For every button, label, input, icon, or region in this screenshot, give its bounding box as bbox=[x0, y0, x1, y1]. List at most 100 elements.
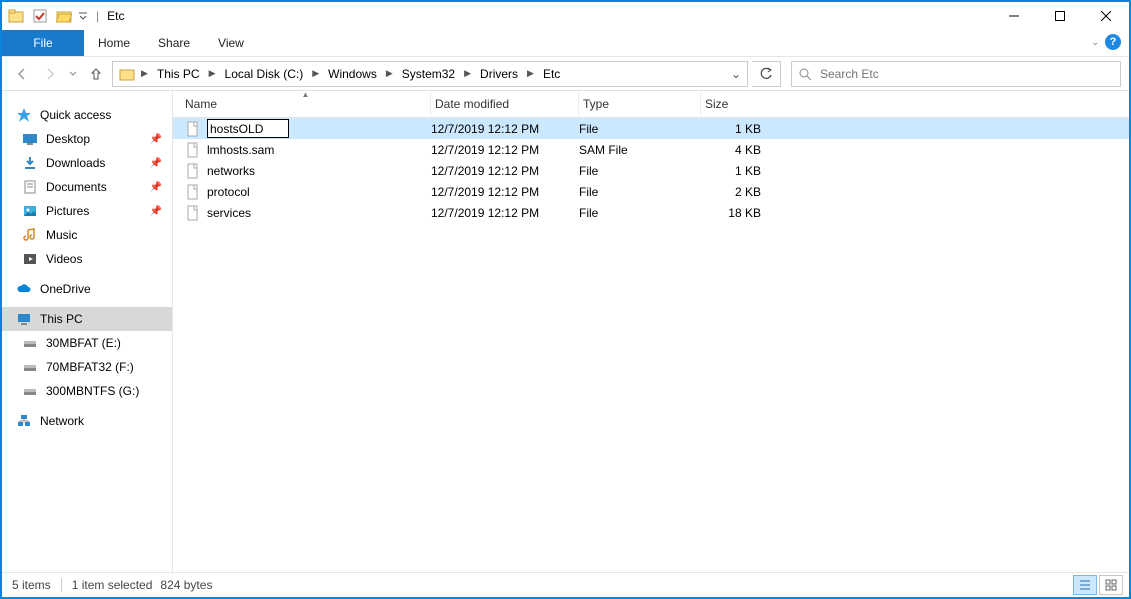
drive-icon bbox=[22, 359, 38, 375]
nav-videos[interactable]: Videos bbox=[2, 247, 172, 271]
chevron-right-icon[interactable]: ▶ bbox=[308, 68, 323, 79]
col-name[interactable]: Name▲ bbox=[173, 91, 431, 117]
details-view-button[interactable] bbox=[1073, 575, 1097, 595]
address-dropdown-icon[interactable]: ⌄ bbox=[727, 67, 745, 81]
close-button[interactable] bbox=[1083, 2, 1129, 30]
navigation-pane[interactable]: Quick access Desktop📌 Downloads📌 Documen… bbox=[2, 91, 173, 572]
status-count: 5 items bbox=[12, 578, 51, 592]
chevron-right-icon[interactable]: ▶ bbox=[137, 68, 152, 79]
file-name: protocol bbox=[207, 185, 250, 199]
pc-icon bbox=[16, 311, 32, 327]
nav-label: Desktop bbox=[46, 132, 90, 146]
maximize-button[interactable] bbox=[1037, 2, 1083, 30]
nav-onedrive[interactable]: OneDrive bbox=[2, 277, 172, 301]
network-icon bbox=[16, 413, 32, 429]
search-box[interactable] bbox=[791, 61, 1121, 87]
up-button[interactable] bbox=[84, 62, 108, 86]
status-size: 824 bytes bbox=[160, 578, 212, 592]
folder-open-icon[interactable] bbox=[52, 4, 76, 28]
status-selected: 1 item selected bbox=[72, 578, 153, 592]
nav-label: Quick access bbox=[40, 108, 111, 122]
file-type: File bbox=[579, 122, 701, 136]
chevron-right-icon[interactable]: ▶ bbox=[205, 68, 220, 79]
file-row[interactable]: protocol12/7/2019 12:12 PMFile2 KB bbox=[173, 181, 1129, 202]
nav-label: OneDrive bbox=[40, 282, 91, 296]
nav-label: Music bbox=[46, 228, 77, 242]
cloud-icon bbox=[16, 281, 32, 297]
bc-system32[interactable]: System32 bbox=[397, 63, 460, 85]
file-icon bbox=[185, 163, 201, 179]
chevron-right-icon[interactable]: ▶ bbox=[460, 68, 475, 79]
nav-drive-g[interactable]: 300MBNTFS (G:) bbox=[2, 379, 172, 403]
file-name: services bbox=[207, 206, 251, 220]
nav-music[interactable]: Music bbox=[2, 223, 172, 247]
bc-drivers[interactable]: Drivers bbox=[475, 63, 523, 85]
pin-icon: 📌 bbox=[150, 182, 162, 193]
file-type: SAM File bbox=[579, 143, 701, 157]
file-name: lmhosts.sam bbox=[207, 143, 274, 157]
file-list-pane: Name▲ Date modified Type Size hostsOLD 12… bbox=[173, 91, 1129, 572]
address-bar-row: ▶ This PC▶ Local Disk (C:)▶ Windows▶ Sys… bbox=[2, 57, 1129, 91]
nav-drive-f[interactable]: 70MBFAT32 (F:) bbox=[2, 355, 172, 379]
file-row[interactable]: services12/7/2019 12:12 PMFile18 KB bbox=[173, 202, 1129, 223]
file-icon bbox=[185, 184, 201, 200]
bc-local-disk[interactable]: Local Disk (C:) bbox=[220, 63, 309, 85]
bc-this-pc[interactable]: This PC bbox=[152, 63, 205, 85]
nav-network[interactable]: Network bbox=[2, 409, 172, 433]
folder-icon bbox=[4, 4, 28, 28]
nav-documents[interactable]: Documents📌 bbox=[2, 175, 172, 199]
nav-downloads[interactable]: Downloads📌 bbox=[2, 151, 172, 175]
nav-pictures[interactable]: Pictures📌 bbox=[2, 199, 172, 223]
bc-etc[interactable]: Etc bbox=[538, 63, 565, 85]
pictures-icon bbox=[22, 203, 38, 219]
videos-icon bbox=[22, 251, 38, 267]
large-icons-view-button[interactable] bbox=[1099, 575, 1123, 595]
nav-desktop[interactable]: Desktop 📌 bbox=[2, 127, 172, 151]
file-size: 1 KB bbox=[701, 164, 769, 178]
file-date: 12/7/2019 12:12 PM bbox=[431, 164, 579, 178]
refresh-button[interactable] bbox=[752, 61, 781, 87]
file-date: 12/7/2019 12:12 PM bbox=[431, 122, 579, 136]
quick-access-toolbar bbox=[2, 4, 90, 28]
explorer-window: | Etc File Home Share View ⌄ ? ▶ This PC… bbox=[0, 0, 1131, 599]
file-type: File bbox=[579, 185, 701, 199]
file-list[interactable]: hostsOLD12/7/2019 12:12 PMFile1 KBlmhost… bbox=[173, 118, 1129, 572]
forward-button[interactable] bbox=[38, 62, 62, 86]
col-date[interactable]: Date modified bbox=[431, 91, 579, 117]
minimize-button[interactable] bbox=[991, 2, 1037, 30]
file-type: File bbox=[579, 164, 701, 178]
nav-quick-access[interactable]: Quick access bbox=[2, 103, 172, 127]
file-row[interactable]: lmhosts.sam12/7/2019 12:12 PMSAM File4 K… bbox=[173, 139, 1129, 160]
downloads-icon bbox=[22, 155, 38, 171]
chevron-right-icon[interactable]: ▶ bbox=[382, 68, 397, 79]
col-type[interactable]: Type bbox=[579, 91, 701, 117]
nav-this-pc[interactable]: This PC bbox=[2, 307, 172, 331]
qat-dropdown-icon[interactable] bbox=[76, 4, 90, 28]
file-tab[interactable]: File bbox=[2, 30, 84, 56]
bc-windows[interactable]: Windows bbox=[323, 63, 382, 85]
recent-locations-button[interactable] bbox=[66, 62, 80, 86]
ribbon-expand-icon[interactable]: ⌄ bbox=[1091, 37, 1099, 48]
file-icon bbox=[185, 121, 201, 137]
help-icon[interactable]: ? bbox=[1105, 34, 1121, 50]
file-size: 18 KB bbox=[701, 206, 769, 220]
tab-home[interactable]: Home bbox=[84, 30, 144, 56]
tab-share[interactable]: Share bbox=[144, 30, 204, 56]
nav-drive-e[interactable]: 30MBFAT (E:) bbox=[2, 331, 172, 355]
rename-input[interactable]: hostsOLD bbox=[207, 119, 289, 138]
nav-label: Pictures bbox=[46, 204, 89, 218]
col-size[interactable]: Size bbox=[701, 91, 769, 117]
file-icon bbox=[185, 205, 201, 221]
search-input[interactable] bbox=[818, 66, 1120, 82]
address-breadcrumb[interactable]: ▶ This PC▶ Local Disk (C:)▶ Windows▶ Sys… bbox=[112, 61, 748, 87]
nav-label: Downloads bbox=[46, 156, 105, 170]
file-row[interactable]: hostsOLD12/7/2019 12:12 PMFile1 KB bbox=[173, 118, 1129, 139]
tab-view[interactable]: View bbox=[204, 30, 258, 56]
pin-icon: 📌 bbox=[150, 134, 162, 145]
file-row[interactable]: networks12/7/2019 12:12 PMFile1 KB bbox=[173, 160, 1129, 181]
documents-icon bbox=[22, 179, 38, 195]
chevron-right-icon[interactable]: ▶ bbox=[523, 68, 538, 79]
back-button[interactable] bbox=[10, 62, 34, 86]
folder-icon bbox=[119, 66, 135, 82]
properties-icon[interactable] bbox=[28, 4, 52, 28]
